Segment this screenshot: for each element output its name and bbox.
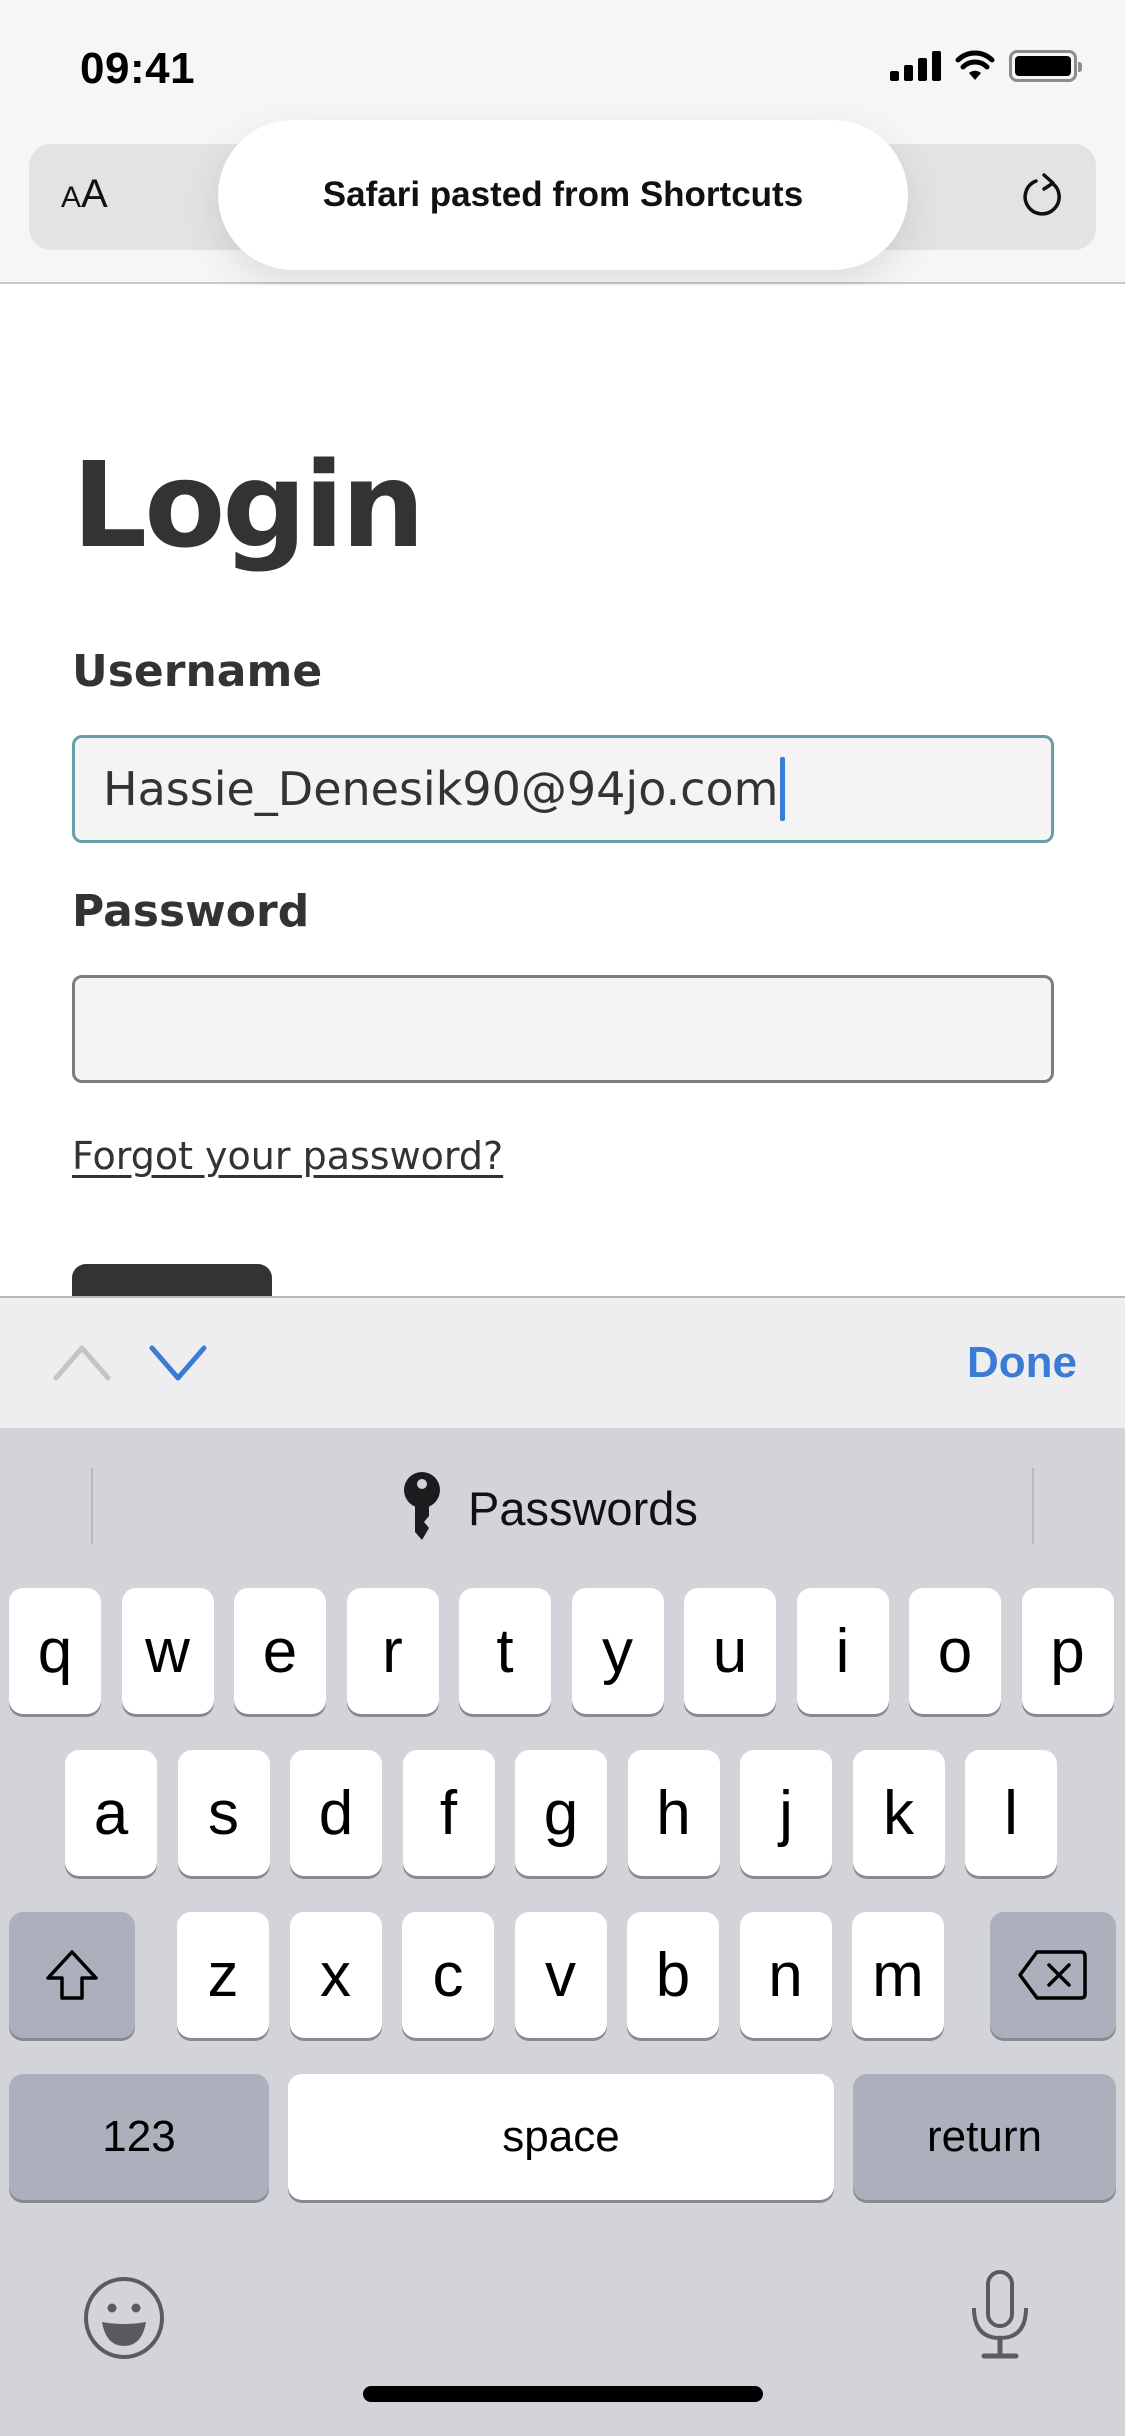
keyboard: Passwords qwertyuiop asdfghjkl zxcvbnm 123… [0,1428,1125,2436]
done-button[interactable]: Done [967,1338,1077,1388]
key-d[interactable]: d [290,1750,382,1876]
key-f[interactable]: f [402,1750,495,1876]
key-t[interactable]: t [459,1588,551,1714]
keyboard-accessory-bar: Done [0,1296,1125,1428]
key-x[interactable]: x [289,1912,382,2038]
key-m[interactable]: m [852,1912,944,2038]
key-s[interactable]: s [177,1750,270,1876]
password-label: Password [72,886,310,937]
key-icon [404,1472,440,1540]
key-u[interactable]: u [684,1588,776,1714]
safari-top-chrome: 09:41 AA Safari pasted from Shortcuts [0,0,1125,284]
space-key[interactable]: space [288,2074,834,2200]
forgot-password-link[interactable]: Forgot your password? [72,1134,503,1178]
suggestion-divider [91,1468,93,1544]
status-icons [890,50,1082,82]
reload-icon[interactable] [1016,170,1070,224]
home-indicator[interactable] [363,2386,763,2402]
text-caret [780,757,786,821]
key-z[interactable]: z [177,1912,269,2038]
key-v[interactable]: v [514,1912,607,2038]
return-key[interactable]: return [853,2074,1116,2200]
wifi-icon [955,50,995,80]
password-input[interactable] [72,975,1054,1083]
key-y[interactable]: y [571,1588,664,1714]
paste-notification-toast: Safari pasted from Shortcuts [218,120,908,270]
key-k[interactable]: k [852,1750,945,1876]
key-e[interactable]: e [234,1588,326,1714]
key-b[interactable]: b [627,1912,719,2038]
suggestion-divider [1032,1468,1034,1544]
chevron-up-icon[interactable] [52,1342,112,1382]
delete-icon [1018,1950,1087,2000]
passwords-suggestion[interactable]: Passwords [400,1468,698,1548]
key-l[interactable]: l [965,1750,1057,1876]
chevron-down-icon[interactable] [148,1342,208,1382]
key-h[interactable]: h [627,1750,720,1876]
shift-key[interactable] [9,1912,135,2038]
username-label: Username [72,646,323,697]
key-p[interactable]: p [1021,1588,1114,1714]
cellular-signal-icon [890,51,941,81]
page-title: Login [72,436,425,574]
key-g[interactable]: g [515,1750,607,1876]
key-n[interactable]: n [739,1912,832,2038]
passwords-label: Passwords [468,1481,698,1535]
key-w[interactable]: w [121,1588,214,1714]
battery-icon [1009,50,1082,82]
shift-icon [46,1950,98,2000]
emoji-icon[interactable] [82,2276,166,2360]
web-page: Login Username Hassie_Denesik90@94jo.com… [0,286,1125,1296]
quicktype-bar: Passwords [0,1428,1125,1578]
key-a[interactable]: a [65,1750,157,1876]
key-i[interactable]: i [796,1588,889,1714]
key-r[interactable]: r [346,1588,439,1714]
key-j[interactable]: j [740,1750,832,1876]
key-c[interactable]: c [402,1912,494,2038]
login-submit-button[interactable] [72,1264,272,1296]
microphone-icon[interactable] [968,2268,1032,2364]
status-time: 09:41 [80,44,196,93]
key-o[interactable]: o [909,1588,1001,1714]
text-size-button[interactable]: AA [61,172,108,217]
key-q[interactable]: q [9,1588,101,1714]
numbers-key[interactable]: 123 [9,2074,269,2200]
delete-key[interactable] [990,1912,1116,2038]
username-input[interactable]: Hassie_Denesik90@94jo.com [72,735,1054,843]
username-value: Hassie_Denesik90@94jo.com [103,762,779,816]
